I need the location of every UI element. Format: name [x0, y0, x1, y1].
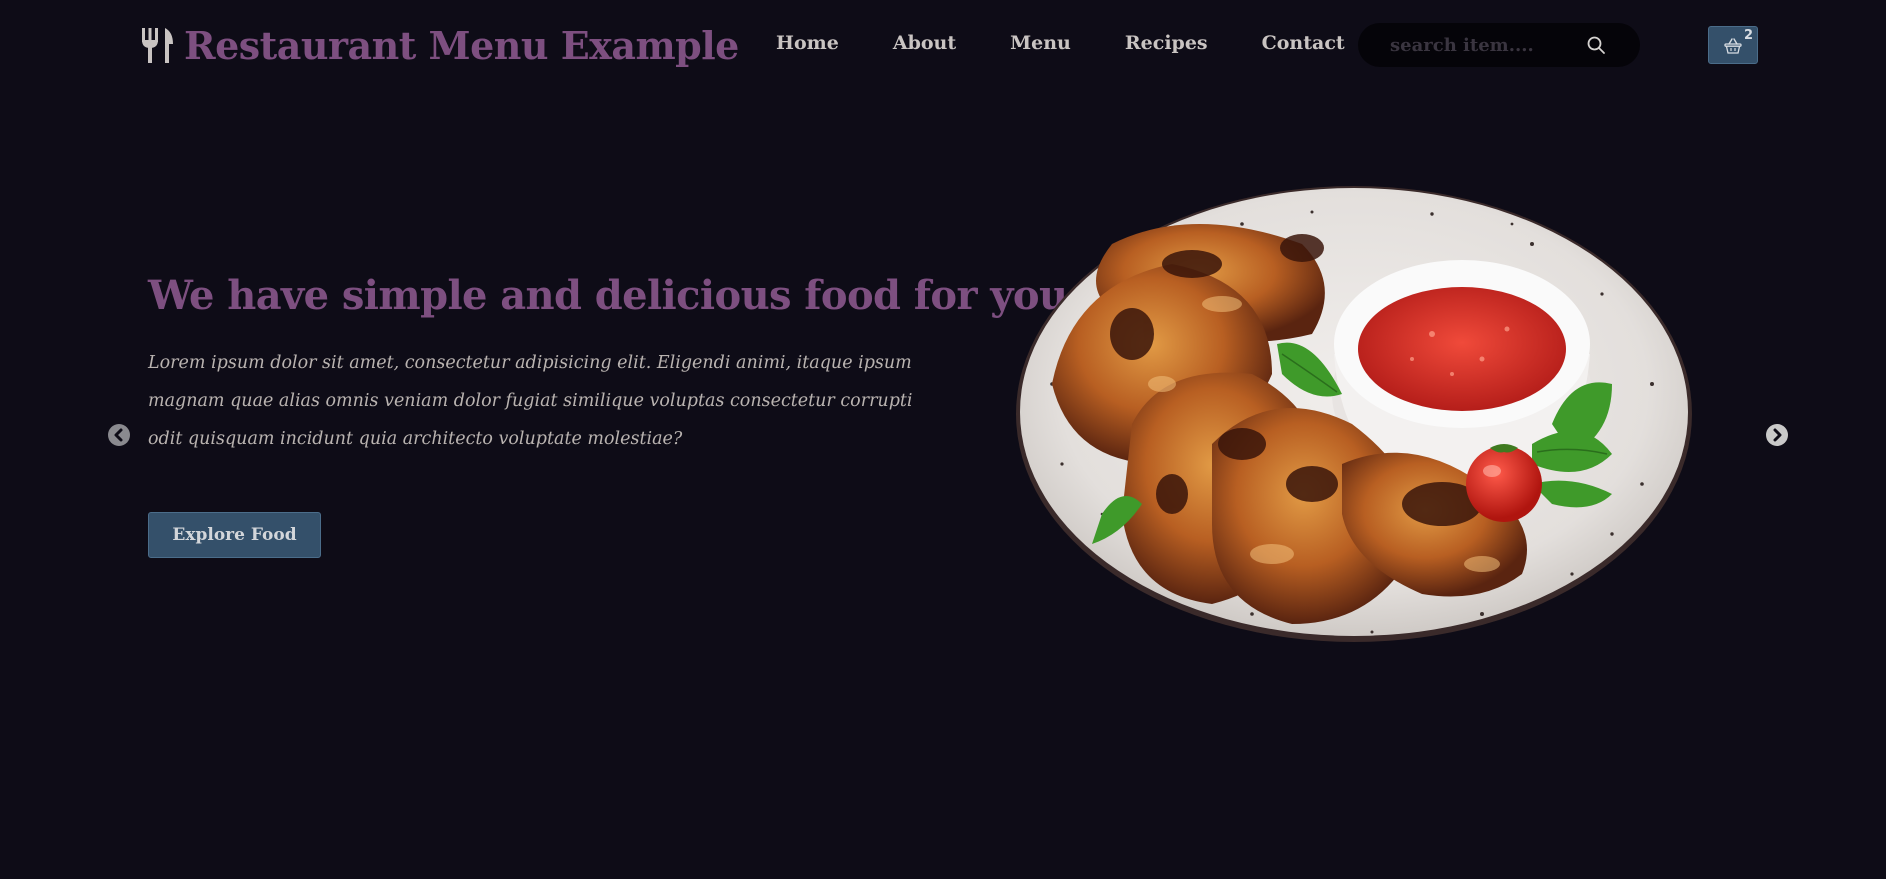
brand[interactable]: Restaurant Menu Example	[140, 22, 739, 68]
hero-title: We have simple and delicious food for yo…	[148, 272, 1068, 319]
search-bar	[1358, 23, 1640, 67]
nav-item-home[interactable]: Home	[776, 32, 839, 54]
chevron-left-icon	[114, 428, 123, 442]
search-icon[interactable]	[1586, 35, 1606, 55]
grilled-chicken-wings-plate-image	[1016, 186, 1692, 642]
page: Restaurant Menu Example Home About Menu …	[0, 0, 1886, 879]
brand-title: Restaurant Menu Example	[184, 22, 739, 68]
cart-count-badge: 2	[1744, 28, 1754, 43]
nav-item-recipes[interactable]: Recipes	[1125, 32, 1208, 54]
header: Restaurant Menu Example Home About Menu …	[0, 0, 1886, 92]
nav-item-menu[interactable]: Menu	[1010, 32, 1071, 54]
nav-item-about[interactable]: About	[893, 32, 956, 54]
fork-knife-icon	[142, 28, 173, 63]
search-input[interactable]	[1388, 33, 1592, 57]
chevron-right-icon	[1773, 428, 1782, 442]
nav-item-contact[interactable]: Contact	[1262, 32, 1345, 54]
explore-food-button[interactable]: Explore Food	[148, 512, 321, 558]
carousel-prev-button[interactable]	[108, 424, 130, 446]
basket-icon	[1724, 38, 1742, 54]
carousel-next-button[interactable]	[1766, 424, 1788, 446]
main-nav: Home About Menu Recipes Contact	[776, 32, 1345, 54]
hero-description: Lorem ipsum dolor sit amet, consectetur …	[148, 353, 913, 449]
cart-button[interactable]: 2	[1708, 26, 1758, 64]
